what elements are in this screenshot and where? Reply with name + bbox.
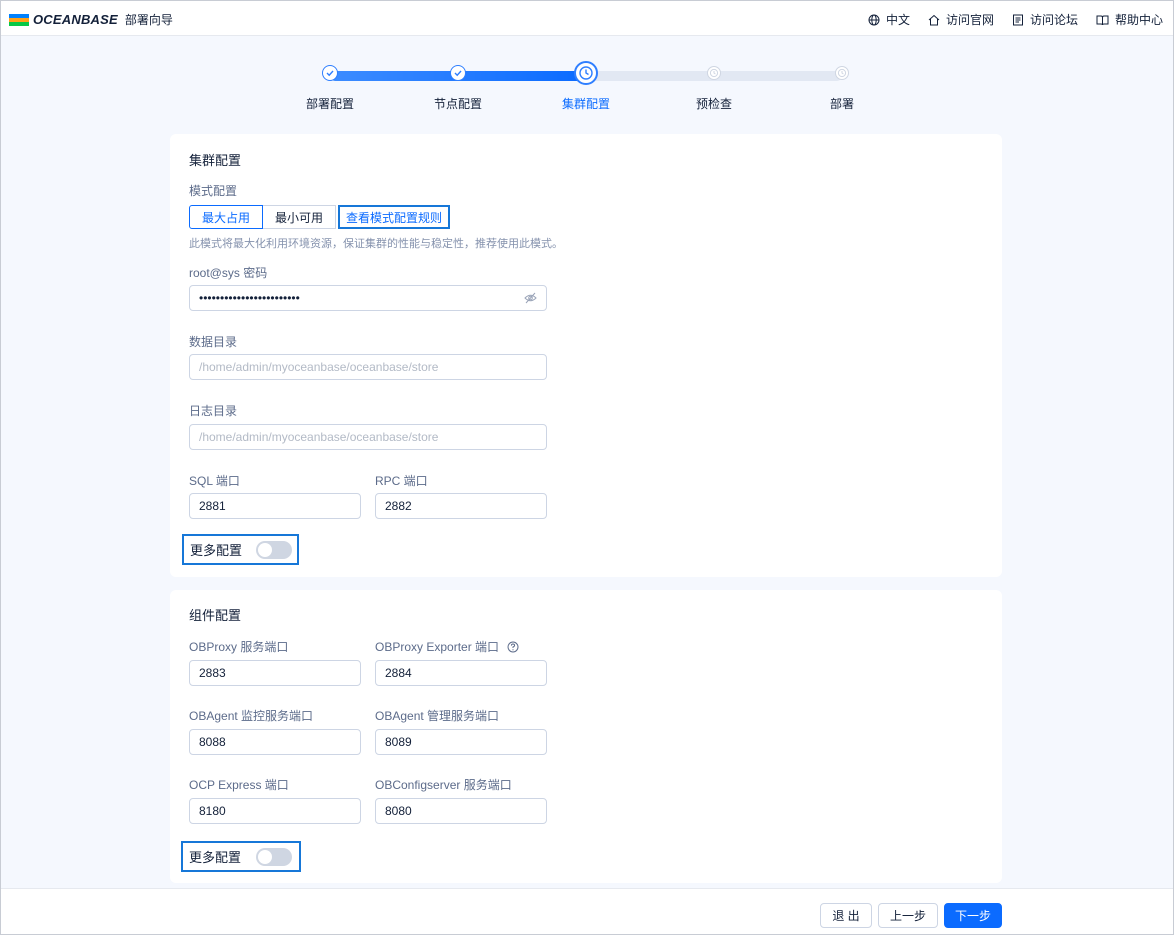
component-config-card: 组件配置 OBProxy 服务端口 2883 OBProxy Exporter … [170, 590, 1002, 883]
app-subtitle: 部署向导 [124, 13, 173, 27]
forum-icon [1012, 14, 1023, 25]
next-step-button[interactable]: 下一步 [944, 903, 1002, 928]
help-center-label: 帮助中心 [1114, 13, 1163, 27]
step-label-deploy: 部署 [829, 97, 855, 111]
ocp-express-label: OCP Express 端口 [189, 778, 289, 792]
data-dir-input[interactable]: /home/admin/myoceanbase/oceanbase/store [189, 354, 547, 380]
obproxy-exporter-input[interactable]: 2884 [375, 660, 547, 686]
obagent-monitor-label: OBAgent 监控服务端口 [189, 709, 314, 723]
obproxy-exporter-label-text: OBProxy Exporter 端口 [375, 640, 500, 654]
oceanbase-logo-icon [9, 13, 29, 26]
globe-icon [868, 14, 880, 25]
book-icon [1096, 15, 1109, 25]
header-links: 中文 访问官网 访问论坛 帮助中心 [868, 11, 1163, 28]
forum-link[interactable]: 访问论坛 [1012, 11, 1078, 28]
step-label-deploy-config: 部署配置 [305, 97, 355, 111]
password-input[interactable]: •••••••••••••••••••••••• [189, 285, 547, 311]
cluster-more-config-label: 更多配置 [190, 543, 243, 558]
obproxy-exporter-label: OBProxy Exporter 端口 [375, 638, 519, 655]
wizard-steps: 部署配置 节点配置 集群配置 预检查 部署 [0, 60, 1174, 120]
forum-label: 访问论坛 [1029, 13, 1078, 27]
question-help-icon[interactable] [507, 641, 519, 653]
obagent-manage-input[interactable]: 8089 [375, 729, 547, 755]
sql-port-label: SQL 端口 [189, 474, 240, 488]
brand-name: OCEANBASE [33, 12, 118, 27]
footer-bar: 退 出 上一步 下一步 [1, 888, 1173, 934]
home-icon [928, 14, 940, 25]
step-1-check-icon [322, 65, 338, 81]
step-label-node-config: 节点配置 [433, 97, 483, 111]
help-center-link[interactable]: 帮助中心 [1096, 11, 1163, 28]
component-more-config: 更多配置 [181, 841, 301, 872]
mode-selector: 最大占用 最小可用 查看模式配置规则 [189, 205, 451, 229]
official-site-link[interactable]: 访问官网 [928, 11, 994, 28]
password-value: •••••••••••••••••••••••• [199, 291, 300, 305]
step-5-clock-icon [835, 66, 849, 80]
obconfigserver-input[interactable]: 8080 [375, 798, 547, 824]
component-more-config-label: 更多配置 [189, 850, 242, 865]
step-2-check-icon [450, 65, 466, 81]
obagent-manage-label: OBAgent 管理服务端口 [375, 709, 500, 723]
sql-port-input[interactable]: 2881 [189, 493, 361, 519]
component-config-title: 组件配置 [189, 608, 242, 623]
step-label-cluster-config: 集群配置 [561, 97, 611, 111]
step-4-clock-icon [707, 66, 721, 80]
cluster-more-config: 更多配置 [182, 534, 299, 565]
obagent-monitor-input[interactable]: 8088 [189, 729, 361, 755]
step-3-clock-icon [574, 61, 598, 85]
language-link[interactable]: 中文 [868, 11, 910, 28]
data-dir-label: 数据目录 [189, 335, 238, 349]
ocp-express-input[interactable]: 8180 [189, 798, 361, 824]
obproxy-port-label: OBProxy 服务端口 [189, 640, 289, 654]
mode-config-label: 模式配置 [189, 184, 238, 198]
rpc-port-input[interactable]: 2882 [375, 493, 547, 519]
language-label: 中文 [885, 13, 910, 27]
password-label: root@sys 密码 [189, 266, 268, 280]
obproxy-port-input[interactable]: 2883 [189, 660, 361, 686]
obconfigserver-label: OBConfigserver 服务端口 [375, 778, 512, 792]
mode-max-button[interactable]: 最大占用 [189, 205, 264, 229]
eye-hidden-icon[interactable] [524, 292, 537, 307]
component-more-config-toggle[interactable] [256, 848, 292, 866]
official-site-label: 访问官网 [945, 13, 994, 27]
cluster-config-title: 集群配置 [189, 153, 242, 168]
prev-step-button[interactable]: 上一步 [878, 903, 938, 928]
mode-min-button[interactable]: 最小可用 [263, 205, 337, 229]
cluster-config-card: 集群配置 模式配置 最大占用 最小可用 查看模式配置规则 此模式将最大化利用环境… [170, 134, 1002, 577]
exit-button[interactable]: 退 出 [820, 903, 872, 928]
log-dir-input[interactable]: /home/admin/myoceanbase/oceanbase/store [189, 424, 547, 450]
mode-hint: 此模式将最大化利用环境资源，保证集群的性能与稳定性，推荐使用此模式。 [189, 238, 563, 250]
brand-logo: OCEANBASE 部署向导 [9, 11, 173, 28]
top-header: OCEANBASE 部署向导 中文 访问官网 访问论坛 帮助中心 [1, 1, 1173, 36]
rpc-port-label: RPC 端口 [375, 474, 428, 488]
mode-rules-link[interactable]: 查看模式配置规则 [338, 205, 451, 229]
cluster-more-config-toggle[interactable] [256, 541, 292, 559]
step-label-precheck: 预检查 [695, 97, 733, 111]
log-dir-label: 日志目录 [189, 404, 238, 418]
